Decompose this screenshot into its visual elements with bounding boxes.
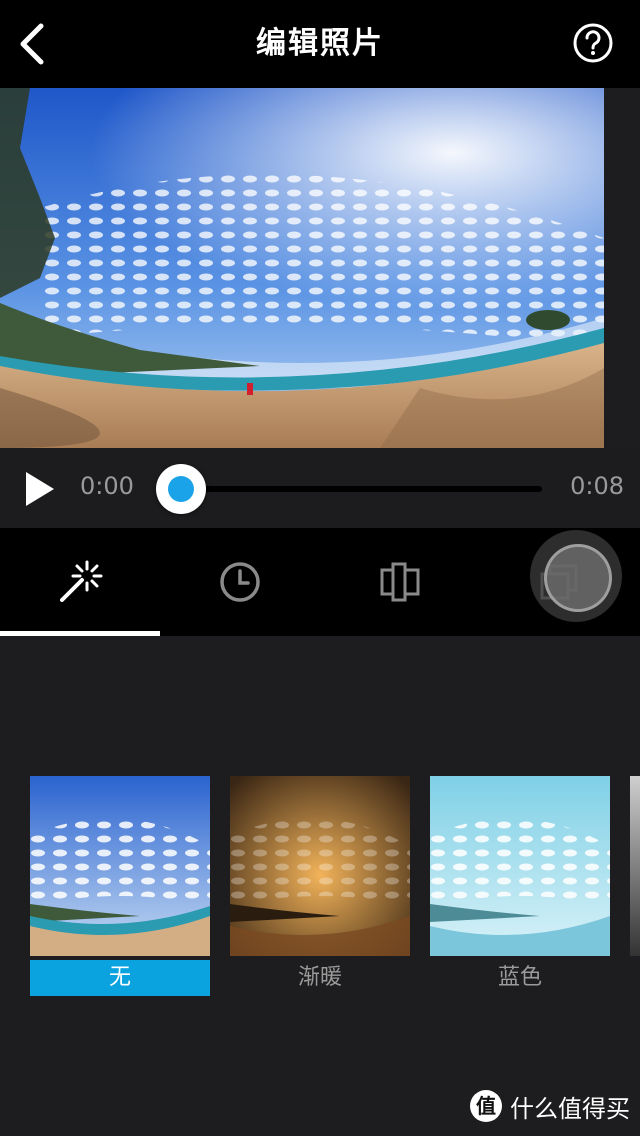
help-button[interactable] [572, 22, 614, 64]
filter-thumbnail [30, 776, 210, 956]
filter-thumbnail [230, 776, 410, 956]
selected-tab-indicator [0, 631, 160, 636]
filter-label: 蓝色 [497, 965, 542, 990]
play-button[interactable] [22, 470, 58, 508]
playback-bar: 0:00 0:08 [0, 448, 640, 528]
play-icon [26, 472, 54, 506]
filter-label: 无 [30, 960, 210, 996]
clock-icon [220, 562, 260, 602]
current-time: 0:00 [80, 472, 134, 500]
scrub-track[interactable] [182, 486, 542, 492]
filter-label: 渐暖 [297, 965, 342, 990]
filter-thumbnail [630, 776, 640, 956]
watermark-text: 什么值得买 [510, 1094, 630, 1123]
question-circle-icon [573, 23, 613, 63]
filter-blue[interactable]: 蓝色 [430, 776, 610, 996]
beach-photo [0, 88, 604, 448]
photo-preview [0, 88, 604, 448]
tab-clock[interactable] [160, 528, 320, 636]
filter-warm[interactable]: 渐暖 [230, 776, 410, 996]
magic-wand-icon [60, 560, 103, 602]
filter-thumbnail [430, 776, 610, 956]
filter-none[interactable]: 无 [30, 776, 210, 996]
top-nav-bar: 编辑照片 [0, 0, 640, 88]
filter-mono-partial[interactable] [630, 776, 640, 956]
total-time: 0:08 [570, 472, 624, 500]
filter-strip: 无 渐暖 蓝色 [0, 776, 640, 1006]
scrub-knob[interactable] [156, 464, 206, 514]
assistive-touch-button[interactable] [530, 530, 622, 622]
watermark-badge: 值 [470, 1090, 502, 1122]
tab-magic-wand[interactable] [0, 528, 160, 636]
watermark: 值 什么值得买 [470, 1086, 630, 1126]
tab-crop[interactable] [320, 528, 480, 636]
crop-icon [380, 562, 420, 602]
page-title: 编辑照片 [256, 26, 384, 61]
